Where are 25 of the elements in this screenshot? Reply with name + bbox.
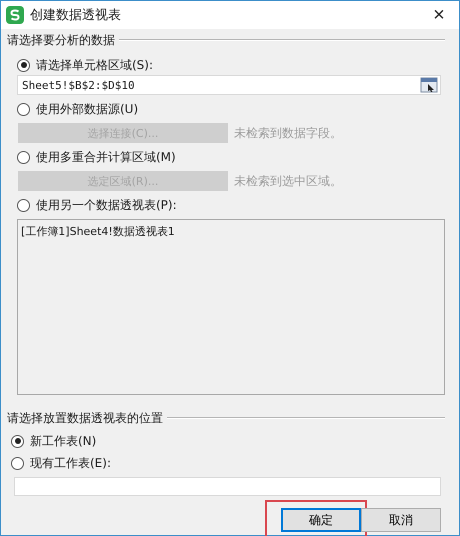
- option-label: 新工作表(N): [30, 432, 96, 450]
- section-heading: 请选择放置数据透视表的位置: [7, 410, 163, 426]
- pivot-list[interactable]: [工作簿1]Sheet4!数据透视表1: [17, 219, 445, 395]
- radio-button[interactable]: [11, 456, 24, 470]
- status-note: 未检索到数据字段。: [234, 124, 342, 142]
- radio-button[interactable]: [17, 58, 30, 72]
- range-picker-icon[interactable]: [420, 77, 438, 93]
- close-button[interactable]: ×: [419, 1, 459, 29]
- option-label: 请选择单元格区域(S):: [36, 56, 154, 74]
- status-note: 未检索到选中区域。: [234, 172, 342, 190]
- list-item[interactable]: [工作簿1]Sheet4!数据透视表1: [21, 224, 441, 239]
- radio-button[interactable]: [17, 198, 30, 212]
- option-label: 使用外部数据源(U): [36, 100, 138, 118]
- window-title: 创建数据透视表: [30, 7, 122, 24]
- spreadsheet-app-icon: [6, 6, 24, 24]
- option-label: 使用多重合并计算区域(M): [36, 148, 176, 166]
- location-field[interactable]: [14, 477, 441, 496]
- section-heading: 请选择要分析的数据: [7, 32, 115, 48]
- option-label: 现有工作表(E):: [30, 454, 111, 472]
- dialog-button[interactable]: 确定: [281, 508, 361, 532]
- range-value: Sheet5!$B$2:$D$10: [22, 78, 135, 92]
- radio-button[interactable]: [11, 434, 24, 448]
- range-field[interactable]: Sheet5!$B$2:$D$10: [17, 75, 441, 95]
- dialog-button[interactable]: 取消: [361, 508, 441, 532]
- option-label: 使用另一个数据透视表(P):: [36, 196, 177, 214]
